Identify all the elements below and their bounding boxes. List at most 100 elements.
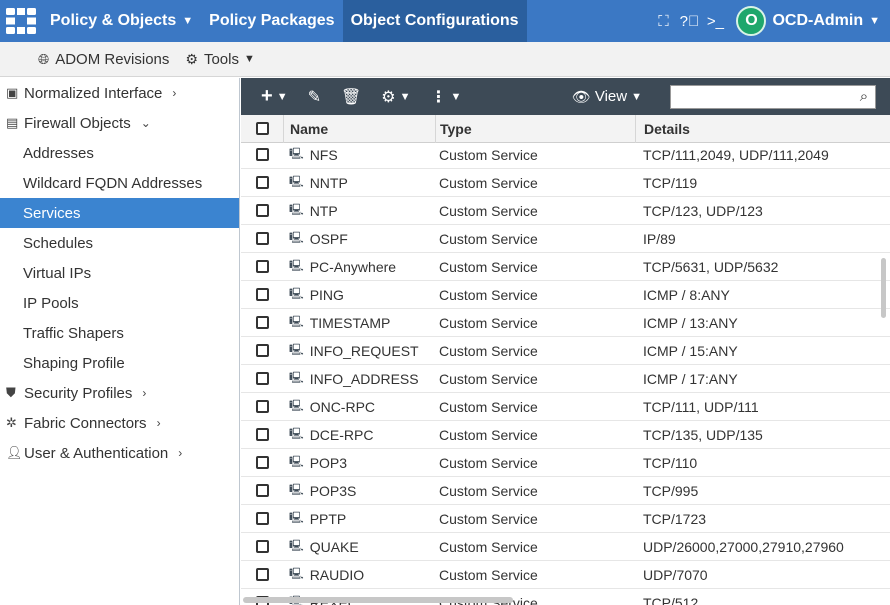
row-type: Custom Service	[439, 398, 538, 415]
user-menu[interactable]: O OCD-Admin ▼	[736, 0, 890, 42]
chevron-down-icon: ▼	[450, 90, 462, 103]
create-new-button[interactable]: + ▼	[261, 85, 288, 108]
kebab-menu-icon: ⋮	[430, 88, 447, 106]
row-type: Custom Service	[439, 146, 538, 163]
terminal-icon[interactable]: >_	[702, 13, 728, 30]
trash-icon: 🗑︎	[340, 88, 362, 106]
row-checkbox[interactable]	[255, 484, 269, 497]
sidebar: ▣ Normalized Interface › ▤ Firewall Obje…	[0, 78, 240, 605]
table-row[interactable]: 🖳︎ TIMESTAMP Custom Service ICMP / 13:ANY	[241, 309, 890, 337]
service-icon: 🖳︎	[289, 428, 304, 440]
row-checkbox[interactable]	[255, 148, 269, 161]
sidebar-item-user-authentication[interactable]: 👤︎ User & Authentication ›	[0, 438, 239, 468]
row-checkbox[interactable]	[255, 456, 269, 469]
sidebar-item-label: User & Authentication	[24, 444, 169, 462]
sidebar-item-ip-pools[interactable]: IP Pools	[0, 288, 239, 318]
sidebar-item-security-profiles[interactable]: ⛊ Security Profiles ›	[0, 378, 239, 408]
table-row[interactable]: 🖳︎ NFS Custom Service TCP/111,2049, UDP/111…	[241, 141, 890, 169]
column-header-type[interactable]: Type	[435, 115, 635, 143]
row-checkbox-cell	[241, 484, 283, 497]
nav-object-configurations[interactable]: Object Configurations	[342, 0, 527, 42]
table-row[interactable]: 🖳︎ QUAKE Custom Service UDP/26000,27000,279…	[241, 533, 890, 561]
row-type: Custom Service	[439, 202, 538, 219]
edit-button[interactable]: ✎	[308, 87, 321, 107]
table-row[interactable]: 🖳︎ NNTP Custom Service TCP/119	[241, 169, 890, 197]
adom-revisions-button[interactable]: 🌐︎ ADOM Revisions	[38, 51, 169, 68]
table-row[interactable]: 🖳︎ POP3 Custom Service TCP/110	[241, 449, 890, 477]
row-checkbox[interactable]	[255, 540, 269, 553]
sidebar-item-normalized-interface[interactable]: ▣ Normalized Interface ›	[0, 78, 239, 108]
sidebar-item-services[interactable]: Services	[0, 198, 239, 228]
nav-policy-packages-label: Policy Packages	[209, 12, 335, 29]
horizontal-scrollbar[interactable]	[243, 597, 513, 603]
sidebar-item-addresses[interactable]: Addresses	[0, 138, 239, 168]
row-checkbox[interactable]	[255, 400, 269, 413]
table-row[interactable]: 🖳︎ POP3S Custom Service TCP/995	[241, 477, 890, 505]
fullscreen-icon[interactable]: ⛶	[650, 13, 676, 30]
sidebar-item-wildcard-fqdn[interactable]: Wildcard FQDN Addresses	[0, 168, 239, 198]
search-icon[interactable]: ⌕	[853, 88, 875, 105]
table-row[interactable]: 🖳︎ INFO_ADDRESS Custom Service ICMP / 17:AN…	[241, 365, 890, 393]
row-checkbox[interactable]	[255, 232, 269, 245]
row-name-cell: 🖳︎ DCE-RPC	[283, 425, 435, 444]
chevron-right-icon: ›	[178, 446, 183, 460]
sidebar-item-firewall-objects[interactable]: ▤ Firewall Objects ⌄	[0, 108, 239, 138]
table-row[interactable]: 🖳︎ PC-Anywhere Custom Service TCP/5631, UDP…	[241, 253, 890, 281]
row-checkbox[interactable]	[255, 204, 269, 217]
sidebar-item-virtual-ips[interactable]: Virtual IPs	[0, 258, 239, 288]
row-checkbox[interactable]	[255, 316, 269, 329]
table-row[interactable]: 🖳︎ RAUDIO Custom Service UDP/7070	[241, 561, 890, 589]
row-name: PING	[309, 286, 344, 303]
sidebar-item-traffic-shapers[interactable]: Traffic Shapers	[0, 318, 239, 348]
row-checkbox[interactable]	[255, 260, 269, 273]
table-row[interactable]: 🖳︎ DCE-RPC Custom Service TCP/135, UDP/135	[241, 421, 890, 449]
column-header-details[interactable]: Details	[635, 115, 890, 143]
search-input[interactable]	[671, 85, 853, 108]
search-box: ⌕	[670, 84, 876, 109]
row-checkbox-cell	[241, 232, 283, 245]
row-details: TCP/512	[643, 594, 699, 605]
tools-menu[interactable]: ⚙ Tools ▼	[185, 51, 254, 68]
select-all-checkbox[interactable]	[255, 122, 269, 135]
row-checkbox[interactable]	[255, 512, 269, 525]
table-row[interactable]: 🖳︎ OSPF Custom Service IP/89	[241, 225, 890, 253]
sidebar-item-label: Wildcard FQDN Addresses	[23, 174, 203, 192]
nav-policy-packages[interactable]: Policy Packages	[201, 0, 342, 42]
table-row[interactable]: 🖳︎ INFO_REQUEST Custom Service ICMP / 15:AN…	[241, 337, 890, 365]
table-row[interactable]: 🖳︎ PING Custom Service ICMP / 8:ANY	[241, 281, 890, 309]
fabric-icon: ✲	[6, 415, 17, 430]
delete-button[interactable]: 🗑︎	[341, 87, 361, 107]
row-name-cell: 🖳︎ OSPF	[283, 229, 435, 248]
secondary-toolbar: 🌐︎ ADOM Revisions ⚙ Tools ▼	[0, 42, 890, 77]
chevron-down-icon: ▼	[244, 53, 255, 65]
row-type: Custom Service	[439, 174, 538, 191]
row-details: TCP/111, UDP/111	[643, 398, 759, 415]
sidebar-item-shaping-profile[interactable]: Shaping Profile	[0, 348, 239, 378]
column-header-name[interactable]: Name	[283, 115, 435, 143]
row-checkbox[interactable]	[255, 344, 269, 357]
row-name-cell: 🖳︎ RAUDIO	[283, 565, 435, 584]
more-actions-button[interactable]: ⋮ ▼	[431, 87, 462, 107]
adom-revisions-label: ADOM Revisions	[55, 50, 170, 68]
sidebar-item-schedules[interactable]: Schedules	[0, 228, 239, 258]
vertical-scrollbar[interactable]	[881, 258, 886, 318]
row-checkbox[interactable]	[255, 288, 269, 301]
view-menu-button[interactable]: 👁︎ View ▼	[572, 88, 642, 106]
settings-menu-button[interactable]: ⚙ ▼	[381, 87, 410, 107]
row-checkbox[interactable]	[255, 428, 269, 441]
help-icon[interactable]: ?⃝	[676, 13, 702, 30]
row-checkbox[interactable]	[255, 372, 269, 385]
row-checkbox[interactable]	[255, 568, 269, 581]
table-row[interactable]: 🖳︎ ONC-RPC Custom Service TCP/111, UDP/111	[241, 393, 890, 421]
gear-icon: ⚙	[185, 50, 198, 67]
row-name: TIMESTAMP	[309, 314, 391, 331]
table-row[interactable]: 🖳︎ PPTP Custom Service TCP/1723	[241, 505, 890, 533]
row-type: Custom Service	[439, 286, 538, 303]
table-row[interactable]: 🖳︎ NTP Custom Service TCP/123, UDP/123	[241, 197, 890, 225]
nav-policy-objects[interactable]: Policy & Objects ▼	[42, 0, 201, 42]
fortinet-grid-icon[interactable]	[0, 0, 42, 42]
row-checkbox[interactable]	[255, 176, 269, 189]
sidebar-item-fabric-connectors[interactable]: ✲ Fabric Connectors ›	[0, 408, 239, 438]
row-name-cell: 🖳︎ PC-Anywhere	[283, 257, 435, 276]
row-name: NTP	[309, 202, 338, 219]
